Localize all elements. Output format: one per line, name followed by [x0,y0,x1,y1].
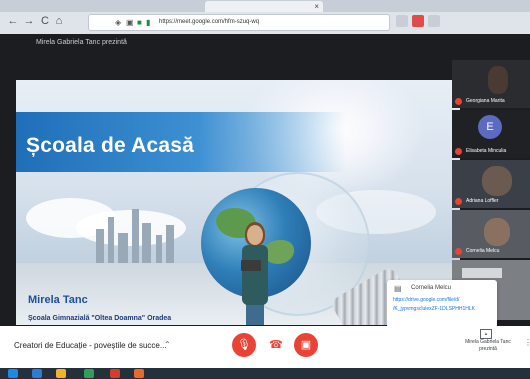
participant-tile[interactable]: Cornelia Melcu [452,210,530,258]
participant-tile[interactable]: Adriana Loffler [452,160,530,208]
book-shape [241,260,261,271]
firefox-taskbar-icon[interactable] [134,369,144,378]
start-icon[interactable] [8,369,18,378]
folder-taskbar-icon[interactable] [56,369,66,378]
building-shape [166,225,174,263]
avatar: E [478,115,502,139]
mic-off-button[interactable]: 🎙 [232,333,256,357]
participant-tile[interactable]: Georgiana Marita [452,60,530,108]
app-taskbar-icon[interactable] [110,369,120,378]
girl-figure-body [242,245,268,305]
extension-icon[interactable] [396,15,408,27]
participant-video [482,166,512,196]
present-status: Mirela Gabriela Tanc prezintă [465,339,511,352]
girl-figure-head [247,225,263,245]
shield-icon: ◈ [115,18,122,27]
present-screen-icon[interactable]: ▴ [480,329,492,339]
building-shape [132,209,139,263]
os-taskbar [0,368,530,379]
participant-name: Elisabeta Minculia [466,148,507,154]
chat-link[interactable]: /K_jypvmgscluiexZF-1DLSPHH1HLK [393,306,475,312]
mic-off-icon [455,248,462,255]
participant-video [462,268,502,278]
slide-author-name: Mirela Tanc [28,294,88,306]
mic-off-icon [455,198,462,205]
lock-icon: ▣ [126,18,134,27]
reload-icon[interactable]: C [38,14,52,28]
mic-off-icon [455,98,462,105]
more-options-icon[interactable]: ⋮ [524,338,530,347]
address-bar[interactable]: ◈ ▣ ■ ▮ https://meet.google.com/hfm-szuq… [88,14,390,31]
mic-off-icon: 🎙 [237,339,251,351]
chat-icon: ▤ [394,284,402,293]
chevron-up-icon[interactable]: ⌃ [164,340,171,349]
participant-name: Georgiana Marita [466,98,505,104]
building-shape [108,217,114,263]
participant-video [484,218,510,246]
back-icon[interactable]: ← [6,14,20,28]
meeting-title[interactable]: Creatori de Educație - poveștile de succ… [14,341,167,350]
building-shape [96,229,104,263]
chat-notification[interactable]: ▤ Cornelia Melcu https://drive.google.co… [387,280,497,328]
extension-red-icon[interactable] [412,15,424,27]
leave-call-button[interactable]: ☎ [264,333,288,357]
participant-name: Adriana Loffler [466,198,499,204]
participant-video [488,66,508,94]
camera-off-icon: ▣ [300,339,312,351]
girl-figure-legs [246,302,264,325]
url-text: https://meet.google.com/hfm-szuq-wq [159,19,260,25]
app-taskbar-icon[interactable] [84,369,94,378]
camera-permission-icon: ■ [137,18,142,27]
building-shape [156,235,162,263]
participant-name: Cornelia Melcu [466,248,500,254]
phone-hangup-icon: ☎ [269,339,283,351]
chat-sender: Cornelia Melcu [411,285,452,291]
home-icon[interactable]: ⌂ [52,14,66,28]
tab-close-icon[interactable]: × [314,1,319,12]
browser-taskbar-icon[interactable] [32,369,42,378]
building-shape [118,233,128,263]
browser-tab[interactable]: × [205,1,323,12]
presenter-label: Mirela Gabriela Tanc prezintă [36,39,127,46]
menu-icon[interactable] [428,15,440,27]
building-shape [142,223,151,263]
slide-school-name: Școala Gimnazială "Oltea Doamna" Oradea [28,315,172,322]
slide-title: Școala de Acasă [26,134,194,157]
camera-off-button[interactable]: ▣ [294,333,318,357]
chat-link[interactable]: https://drive.google.com/file/d/ [393,297,459,303]
forward-icon[interactable]: → [22,14,36,28]
mic-off-icon [455,148,462,155]
mic-permission-icon: ▮ [146,18,151,27]
